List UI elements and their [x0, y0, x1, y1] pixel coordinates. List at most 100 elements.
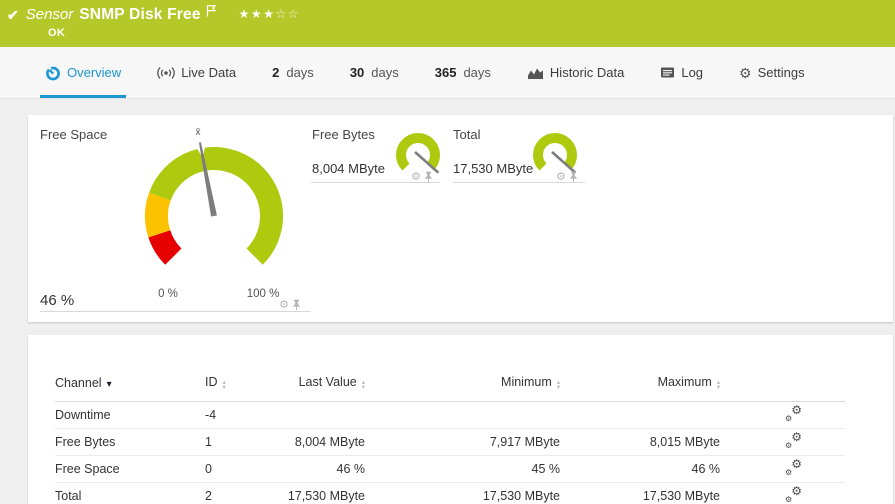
cell-id: 1: [205, 429, 265, 456]
tab-day-count: 2: [272, 65, 279, 80]
gauge-title-free-bytes: Free Bytes: [312, 127, 375, 142]
gauge-value-free-space: 46 %: [40, 292, 74, 309]
cell-id: 2: [205, 483, 265, 504]
tab-live-data[interactable]: Live Data: [152, 47, 241, 98]
column-header-last-value[interactable]: Last Value ▴▾: [265, 335, 365, 402]
tile-divider: [40, 311, 311, 312]
sort-icon: ▴▾: [717, 380, 720, 390]
tab-label: Overview: [67, 65, 121, 80]
priority-stars[interactable]: ★★★☆☆: [239, 7, 300, 21]
stars-filled: ★★★: [239, 7, 276, 21]
table-row[interactable]: Free Space 0 46 % 45 % 46 % ⚙⚙: [55, 456, 845, 483]
tile-actions: ⚙: [556, 171, 578, 183]
prtg-sensor-page: ✔ Sensor SNMP Disk Free ★★★☆☆ OK Overvie…: [0, 0, 895, 504]
mean-marker: x̄: [196, 127, 201, 138]
page-title: SNMP Disk Free: [79, 6, 200, 24]
column-header-minimum[interactable]: Minimum ▴▾: [365, 335, 560, 402]
gauge-value-free-bytes: 8,004 MByte: [312, 161, 385, 176]
column-label: Maximum: [658, 375, 712, 389]
column-label: Minimum: [501, 375, 552, 389]
cell-maximum: 46 %: [560, 456, 720, 483]
channels-panel: Channel▾ ID ▴▾ Last Value ▴▾ Minimum ▴▾ Max…: [28, 335, 893, 504]
channel-settings-icon[interactable]: ⚙⚙: [785, 407, 802, 421]
tab-log[interactable]: Log: [655, 47, 708, 98]
cell-maximum: [560, 402, 720, 429]
cell-id: -4: [205, 402, 265, 429]
channels-table: Channel▾ ID ▴▾ Last Value ▴▾ Minimum ▴▾ Max…: [55, 335, 845, 504]
tab-30-days[interactable]: 30 days: [345, 47, 404, 98]
channel-settings-icon[interactable]: ⚙⚙: [785, 434, 802, 448]
gauge-icon: [45, 65, 61, 81]
channel-settings-icon[interactable]: ⚙⚙: [785, 461, 802, 475]
stars-empty: ☆☆: [275, 7, 300, 21]
cell-channel: Free Space: [55, 456, 205, 483]
cell-maximum: 17,530 MByte: [560, 483, 720, 504]
table-row[interactable]: Downtime -4 ⚙⚙: [55, 402, 845, 429]
table-row[interactable]: Total 2 17,530 MByte 17,530 MByte 17,530…: [55, 483, 845, 504]
tab-day-count: 365: [435, 65, 457, 80]
cell-minimum: 45 %: [365, 456, 560, 483]
sensor-title-row: ✔ Sensor SNMP Disk Free ★★★☆☆: [0, 0, 895, 24]
tab-label: days: [463, 65, 490, 80]
channel-settings-icon[interactable]: ⚙⚙: [785, 488, 802, 502]
gear-icon[interactable]: ⚙: [279, 300, 289, 310]
pin-icon[interactable]: [424, 171, 433, 183]
broadcast-icon: [157, 66, 175, 80]
cell-channel: Total: [55, 483, 205, 504]
column-header-actions: [720, 335, 805, 402]
tab-overview[interactable]: Overview: [40, 47, 126, 98]
gauge-scale-min: 0 %: [148, 288, 188, 300]
cell-last-value: 17,530 MByte: [265, 483, 365, 504]
pin-icon[interactable]: [292, 299, 301, 311]
tile-actions: ⚙: [279, 299, 301, 311]
sort-desc-icon: ▾: [107, 379, 112, 390]
area-chart-icon: [527, 66, 544, 80]
column-header-channel[interactable]: Channel▾: [55, 335, 205, 402]
flag-icon[interactable]: [206, 4, 217, 22]
tile-actions: ⚙: [411, 171, 433, 183]
gauge-title-free-space: Free Space: [40, 127, 107, 142]
tab-bar: Overview Live Data 2 days 30 days 365 da…: [0, 47, 895, 99]
gauges-panel: Free Space x̄ 0 % 100 % 46 % ⚙ Free Byte…: [28, 115, 893, 322]
sort-icon: ▴▾: [557, 380, 560, 390]
object-kind-label: Sensor: [26, 6, 74, 24]
column-label: ID: [205, 375, 218, 389]
gauge-title-total: Total: [453, 127, 480, 142]
sensor-header: ✔ Sensor SNMP Disk Free ★★★☆☆ OK: [0, 0, 895, 47]
gear-icon[interactable]: ⚙: [556, 172, 566, 182]
pin-icon[interactable]: [569, 171, 578, 183]
tab-settings[interactable]: ⚙ Settings: [734, 47, 810, 98]
sort-icon: ▴▾: [362, 380, 365, 390]
cell-last-value: 8,004 MByte: [265, 429, 365, 456]
tab-label: Log: [681, 65, 703, 80]
tab-2-days[interactable]: 2 days: [267, 47, 319, 98]
column-header-maximum[interactable]: Maximum ▴▾: [560, 335, 720, 402]
column-header-id[interactable]: ID ▴▾: [205, 335, 265, 402]
tab-label: Historic Data: [550, 65, 624, 80]
tab-label: days: [286, 65, 313, 80]
cell-minimum: 17,530 MByte: [365, 483, 560, 504]
cell-channel: Downtime: [55, 402, 205, 429]
cell-minimum: [365, 402, 560, 429]
table-header-row: Channel▾ ID ▴▾ Last Value ▴▾ Minimum ▴▾ Max…: [55, 335, 845, 402]
cell-last-value: 46 %: [265, 456, 365, 483]
tab-365-days[interactable]: 365 days: [430, 47, 496, 98]
tab-label: Live Data: [181, 65, 236, 80]
status-badge: OK: [48, 27, 65, 39]
column-label: Last Value: [299, 375, 357, 389]
cell-minimum: 7,917 MByte: [365, 429, 560, 456]
tab-historic-data[interactable]: Historic Data: [522, 47, 629, 98]
table-row[interactable]: Free Bytes 1 8,004 MByte 7,917 MByte 8,0…: [55, 429, 845, 456]
free-space-gauge: x̄: [114, 121, 314, 296]
cell-last-value: [265, 402, 365, 429]
status-ok-check-icon: ✔: [7, 6, 19, 24]
gauge-value-total: 17,530 MByte: [453, 161, 533, 176]
gear-icon[interactable]: ⚙: [411, 172, 421, 182]
cell-maximum: 8,015 MByte: [560, 429, 720, 456]
tab-day-count: 30: [350, 65, 364, 80]
sort-icon: ▴▾: [223, 380, 226, 390]
log-list-icon: [660, 66, 675, 79]
cell-channel: Free Bytes: [55, 429, 205, 456]
gear-icon: ⚙: [739, 66, 752, 80]
tab-label: days: [371, 65, 398, 80]
